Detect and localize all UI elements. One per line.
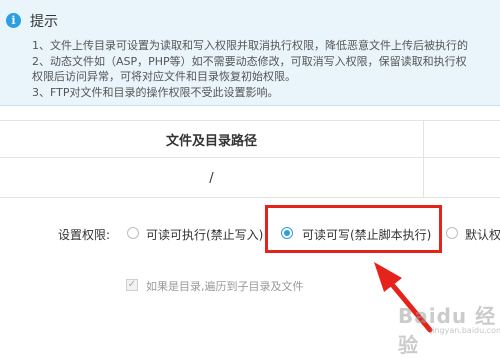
watermark-url: jingyan.baidu.com xyxy=(430,326,500,335)
annotation-arrow xyxy=(374,262,433,333)
